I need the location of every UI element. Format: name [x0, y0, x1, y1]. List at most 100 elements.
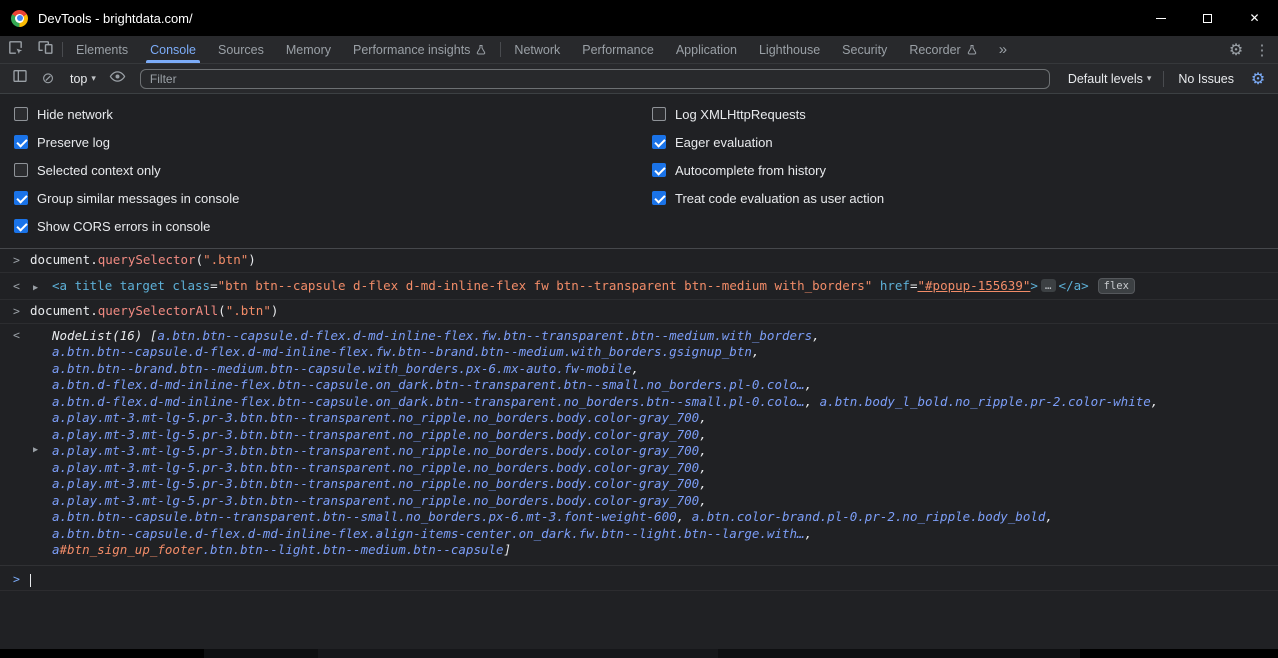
nodelist-line: a.play.mt-3.mt-lg-5.pr-3.btn.btn--transp… — [52, 410, 1270, 427]
node-id-token: #btn_sign_up_footer — [60, 542, 203, 557]
setting-autocomplete-from-history[interactable]: Autocomplete from history — [638, 156, 1278, 184]
experiment-flask-icon — [475, 44, 487, 56]
inline-expand-button[interactable]: … — [1041, 279, 1056, 292]
nodelist-line: a.btn.d-flex.d-md-inline-flex.btn--capsu… — [52, 394, 1270, 411]
code-text: ( — [218, 303, 226, 318]
code-text: = — [910, 278, 918, 293]
issues-counter[interactable]: No Issues — [1168, 72, 1244, 86]
tab-performance[interactable]: Performance — [571, 36, 665, 63]
tab-performance-insights[interactable]: Performance insights — [342, 36, 498, 63]
expand-triangle-icon[interactable]: ▶ — [33, 280, 38, 297]
setting-treat-code-evaluation-as-user-action[interactable]: Treat code evaluation as user action — [638, 184, 1278, 212]
tab-label: Memory — [286, 43, 331, 57]
tab-console[interactable]: Console — [139, 36, 207, 63]
log-levels-dropdown[interactable]: Default levels ▾ — [1060, 72, 1160, 86]
node-selector-token: a.btn.d-flex.d-md-inline-flex.btn--capsu… — [52, 377, 805, 392]
more-tabs-button[interactable]: » — [989, 36, 1017, 63]
node-selector-token: a.play.mt-3.mt-lg-5.pr-3.btn.btn--transp… — [52, 493, 699, 508]
checkbox[interactable] — [14, 107, 28, 121]
setting-hide-network[interactable]: Hide network — [0, 100, 638, 128]
node-selector-token: a.btn.btn--brand.btn--medium.btn--capsul… — [52, 361, 631, 376]
node-selector-token: .btn.btn--light.btn--medium.btn--capsule — [203, 542, 504, 557]
code-text: document. — [30, 303, 98, 318]
input-chevron: > — [13, 303, 20, 320]
maximize-icon — [1203, 14, 1212, 23]
checkbox[interactable] — [14, 191, 28, 205]
nodelist-line: a.play.mt-3.mt-lg-5.pr-3.btn.btn--transp… — [52, 427, 1270, 444]
code-text: , — [631, 361, 639, 376]
setting-label: Hide network — [37, 107, 113, 122]
nodelist-line: a.btn.btn--capsule.d-flex.d-md-inline-fl… — [52, 526, 1270, 543]
checkbox[interactable] — [652, 163, 666, 177]
minimize-icon — [1156, 18, 1166, 19]
setting-eager-evaluation[interactable]: Eager evaluation — [638, 128, 1278, 156]
minimize-button[interactable] — [1137, 0, 1184, 36]
close-button[interactable]: ✕ — [1231, 0, 1278, 36]
code-text: , — [699, 410, 707, 425]
setting-selected-context-only[interactable]: Selected context only — [0, 156, 638, 184]
context-selector-value: top — [70, 72, 87, 86]
checkbox[interactable] — [14, 163, 28, 177]
tab-label: Sources — [218, 43, 264, 57]
tab-recorder[interactable]: Recorder — [898, 36, 988, 63]
checkbox[interactable] — [652, 135, 666, 149]
console-prompt[interactable]: > — [0, 565, 1278, 591]
filter-input[interactable] — [140, 69, 1050, 89]
chevron-down-icon: ▾ — [1147, 73, 1152, 84]
tab-label: Network — [514, 43, 560, 57]
setting-preserve-log[interactable]: Preserve log — [0, 128, 638, 156]
node-selector-token: a.play.mt-3.mt-lg-5.pr-3.btn.btn--transp… — [52, 427, 699, 442]
tab-security[interactable]: Security — [831, 36, 898, 63]
code-text: = — [210, 278, 218, 293]
checkbox[interactable] — [14, 219, 28, 233]
node-selector-token: a.play.mt-3.mt-lg-5.pr-3.btn.btn--transp… — [52, 460, 699, 475]
console-settings-button[interactable]: ⚙ — [1244, 69, 1272, 89]
devtools-tabbar: ElementsConsole Sources Memory Performance … — [0, 36, 1278, 64]
checkbox[interactable] — [652, 191, 666, 205]
setting-label: Group similar messages in console — [37, 191, 239, 206]
expand-triangle-icon[interactable]: ▶ — [33, 442, 38, 459]
nodelist-line: a.btn.btn--capsule.btn--transparent.btn-… — [52, 509, 1270, 526]
more-options-icon[interactable]: ⋮ — [1250, 41, 1274, 59]
tab-network[interactable]: Network — [503, 36, 571, 63]
sidebar-panel-icon — [12, 68, 28, 89]
method-token: querySelector — [98, 252, 196, 267]
tab-label: Application — [676, 43, 737, 57]
device-toolbar-icon — [37, 39, 54, 61]
maximize-button[interactable] — [1184, 0, 1231, 36]
nodelist-line: a.play.mt-3.mt-lg-5.pr-3.btn.btn--transp… — [52, 476, 1270, 493]
tab-elements[interactable]: Elements — [65, 36, 139, 63]
tabbar-right-controls: ⚙ ⋮ — [1222, 36, 1278, 63]
input-chevron: > — [13, 252, 20, 269]
console-messages: >document.querySelector(".btn")<▶<a titl… — [0, 249, 1278, 565]
code-text: ) — [271, 303, 279, 318]
setting-show-cors-errors-in-console[interactable]: Show CORS errors in console — [0, 212, 638, 240]
setting-log-xmlhttprequests[interactable]: Log XMLHttpRequests — [638, 100, 1278, 128]
tag-token: > — [1030, 278, 1038, 293]
device-toolbar-button[interactable] — [30, 36, 60, 63]
inspect-element-button[interactable] — [0, 36, 30, 63]
clear-console-button[interactable]: ⊘ — [34, 71, 62, 86]
node-selector-token: a.btn.body_l_bold.no_ripple.pr-2.color-w… — [820, 394, 1151, 409]
settings-gear-icon[interactable]: ⚙ — [1222, 40, 1250, 60]
tab-memory[interactable]: Memory — [275, 36, 342, 63]
setting-group-similar-messages-in-console[interactable]: Group similar messages in console — [0, 184, 638, 212]
console-sidebar-button[interactable] — [6, 68, 34, 89]
tab-application[interactable]: Application — [665, 36, 748, 63]
live-expression-button[interactable] — [104, 68, 132, 90]
clear-console-icon: ⊘ — [42, 71, 55, 86]
checkbox[interactable] — [14, 135, 28, 149]
node-selector-token: a.btn.btn--capsule.btn--transparent.btn-… — [52, 509, 677, 524]
tab-sources[interactable]: Sources — [207, 36, 275, 63]
experiment-flask-icon — [966, 44, 978, 56]
context-selector[interactable]: top ▾ — [62, 72, 104, 86]
code-text: , — [812, 328, 820, 343]
chrome-logo-icon — [11, 10, 28, 27]
checkbox[interactable] — [652, 107, 666, 121]
href-value-link[interactable]: "#popup-155639" — [918, 278, 1031, 293]
flex-badge[interactable]: flex — [1098, 278, 1135, 294]
tab-lighthouse[interactable]: Lighthouse — [748, 36, 831, 63]
nodelist-line: a.btn.btn--brand.btn--medium.btn--capsul… — [52, 361, 1270, 378]
console-settings-panel: Hide network Preserve logSelected context… — [0, 94, 1278, 249]
tab-label: Lighthouse — [759, 43, 820, 57]
